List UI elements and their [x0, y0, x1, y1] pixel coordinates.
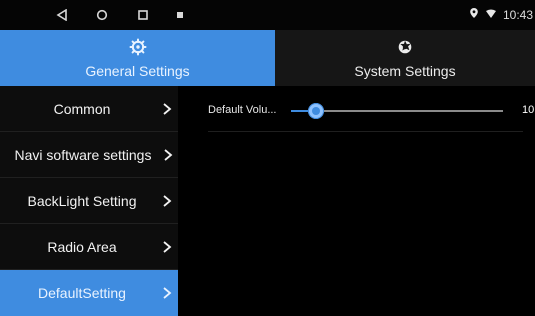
chevron-right-icon	[162, 86, 172, 132]
default-volume-label: Default Volu...	[208, 104, 277, 116]
gear-icon	[129, 38, 147, 59]
settings-content: Default Volu... 10	[178, 86, 535, 315]
status-time: 10:43	[502, 7, 533, 22]
tab-system-settings[interactable]: System Settings	[275, 30, 535, 86]
tab-general-settings[interactable]: General Settings	[0, 30, 275, 86]
chevron-right-icon	[162, 178, 172, 224]
sidebar-item-navi-software-settings[interactable]: Navi software settings	[0, 132, 178, 178]
settings-sidebar: Common Navi software settings BackLight …	[0, 86, 178, 316]
tab-general-settings-label: General Settings	[85, 62, 190, 79]
sidebar-item-label: Radio Area	[47, 238, 117, 255]
chevron-right-icon	[162, 224, 172, 270]
sidebar-item-label: Navi software settings	[14, 146, 152, 163]
recent-apps-icon[interactable]	[134, 6, 152, 24]
wifi-icon	[485, 8, 497, 22]
chevron-right-icon	[162, 270, 172, 316]
sidebar-item-common[interactable]: Common	[0, 86, 178, 132]
sidebar-item-label: BackLight Setting	[27, 192, 137, 209]
default-volume-slider[interactable]	[291, 103, 503, 119]
sidebar-item-radio-area[interactable]: Radio Area	[0, 224, 178, 270]
chevron-right-icon	[163, 132, 173, 178]
status-bar: 10:43	[0, 0, 535, 30]
settings-tabs: General Settings System Settings	[0, 30, 535, 86]
tab-system-settings-label: System Settings	[354, 62, 456, 79]
sidebar-item-backlight-setting[interactable]: BackLight Setting	[0, 178, 178, 224]
home-icon[interactable]	[93, 6, 111, 24]
notification-icon	[171, 6, 189, 24]
sidebar-item-label: Common	[53, 100, 111, 117]
default-volume-slider-thumb[interactable]	[308, 103, 325, 119]
settings-system-icon	[396, 38, 414, 59]
default-volume-row: Default Volu... 10	[208, 86, 534, 132]
back-icon[interactable]	[53, 6, 71, 24]
default-volume-value: 10	[522, 104, 535, 116]
sidebar-item-label: DefaultSetting	[38, 285, 126, 301]
location-icon	[469, 7, 479, 22]
sidebar-item-defaultsetting[interactable]: DefaultSetting	[0, 270, 178, 316]
